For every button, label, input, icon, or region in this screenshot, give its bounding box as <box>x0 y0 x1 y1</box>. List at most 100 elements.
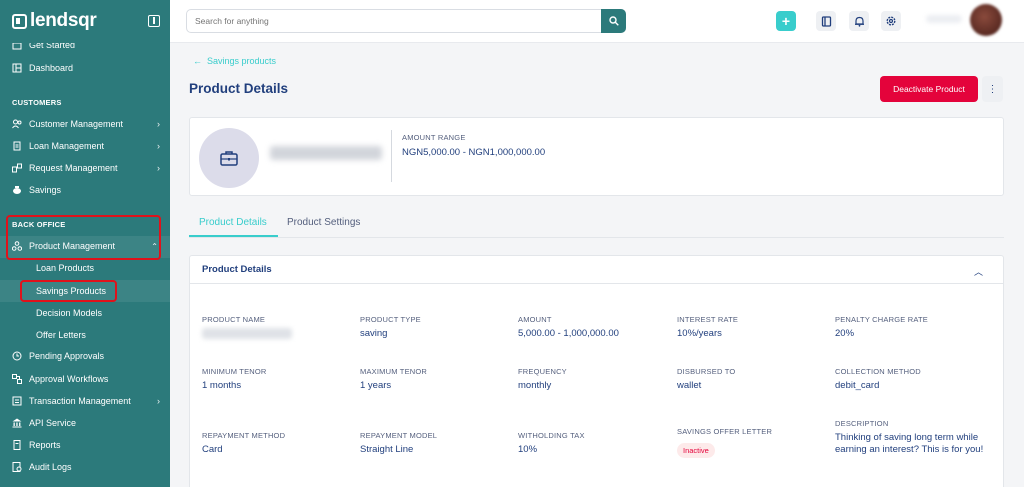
sidebar-item-label: Loan Management <box>29 141 105 151</box>
sidebar-item-label: API Service <box>29 418 77 428</box>
search-button[interactable] <box>601 9 626 33</box>
sidebar-subitem-decision-models[interactable]: Decision Models <box>36 308 102 318</box>
notifications-button[interactable] <box>849 11 869 31</box>
chevron-right-icon: › <box>157 396 160 406</box>
sidebar-item-label: Transaction Management <box>29 396 131 406</box>
field-label: AMOUNT <box>518 315 552 324</box>
section-divider <box>190 283 1004 284</box>
sidebar-item-approval-workflows[interactable]: Approval Workflows <box>12 374 162 384</box>
field-label: INTEREST RATE <box>677 315 739 324</box>
chevron-right-icon: › <box>157 141 160 151</box>
sidebar-item-label: Dashboard <box>29 63 74 73</box>
amount-range: AMOUNT RANGE NGN5,000.00 - NGN1,000,000.… <box>402 133 545 158</box>
workflow-icon <box>12 374 22 384</box>
field-witholding-tax: WITHOLDING TAX 10% <box>518 431 585 456</box>
field-collection-method: COLLECTION METHOD debit_card <box>835 367 921 392</box>
field-label: REPAYMENT METHOD <box>202 431 286 440</box>
tab-product-settings[interactable]: Product Settings <box>287 217 360 228</box>
sidebar-item-label: Reports <box>29 440 61 450</box>
annotation-highlight-savings-products <box>20 280 117 302</box>
sidebar-item-loan-management[interactable]: Loan Management › <box>12 141 162 151</box>
field-label: WITHOLDING TAX <box>518 431 585 440</box>
field-label: MINIMUM TENOR <box>202 367 267 376</box>
sidebar: lendsqr Get Started Dashboard CUSTOMERS … <box>0 0 170 487</box>
collapse-sidebar-icon[interactable] <box>148 15 160 27</box>
amount-range-value: NGN5,000.00 - NGN1,000,000.00 <box>402 147 546 158</box>
field-frequency: FREQUENCY monthly <box>518 367 567 392</box>
field-value: wallet <box>677 380 702 391</box>
field-description: DESCRIPTION Thinking of saving long term… <box>835 419 985 456</box>
search-icon <box>608 16 619 26</box>
brand-name: lendsqr <box>30 10 97 31</box>
brand-logo[interactable]: lendsqr <box>12 10 97 32</box>
field-label: DISBURSED TO <box>677 367 736 376</box>
sidebar-subitem-offer-letters[interactable]: Offer Letters <box>36 330 86 340</box>
field-value: 20% <box>835 328 855 339</box>
field-interest-rate: INTEREST RATE 10%/years <box>677 315 738 340</box>
more-vertical-icon: ⋮ <box>987 83 998 95</box>
field-disbursed-to: DISBURSED TO wallet <box>677 367 735 392</box>
plus-icon: + <box>781 13 791 29</box>
sidebar-item-api-service[interactable]: API Service <box>12 418 162 428</box>
user-name <box>926 15 962 23</box>
section-label-customers: CUSTOMERS <box>12 98 62 107</box>
gear-icon <box>886 16 896 26</box>
back-link[interactable]: ← Savings products <box>193 56 276 66</box>
lendsqr-logo-icon <box>12 13 27 29</box>
tab-product-details[interactable]: Product Details <box>199 217 267 228</box>
sidebar-item-label: Audit Logs <box>29 462 72 472</box>
deactivate-product-button[interactable]: Deactivate Product <box>880 76 978 102</box>
field-value: 1 months <box>202 380 242 391</box>
audit-log-icon <box>12 462 22 472</box>
sidebar-item-dashboard[interactable]: Dashboard <box>12 63 162 73</box>
clock-icon <box>12 351 22 361</box>
field-value: 10%/years <box>677 328 722 339</box>
amount-range-label: AMOUNT RANGE <box>402 133 466 142</box>
field-label: PRODUCT TYPE <box>360 315 421 324</box>
sidebar-item-request-management[interactable]: Request Management › <box>12 163 162 173</box>
field-product-type: PRODUCT TYPE saving <box>360 315 421 340</box>
sidebar-item-audit-logs[interactable]: Audit Logs <box>12 462 162 472</box>
bell-icon <box>854 16 864 27</box>
status-badge: Inactive <box>677 443 715 458</box>
document-icon <box>12 141 22 151</box>
more-options-button[interactable]: ⋮ <box>982 76 1003 102</box>
settings-button[interactable] <box>881 11 901 31</box>
field-maximum-tenor: MAXIMUM TENOR 1 years <box>360 367 427 392</box>
sidebar-item-transaction-management[interactable]: Transaction Management › <box>12 396 162 406</box>
sidebar-item-label: Request Management <box>29 163 118 173</box>
field-label: PENALTY CHARGE RATE <box>835 315 928 324</box>
field-value: debit_card <box>835 380 880 391</box>
transactions-icon <box>12 396 22 406</box>
bank-icon <box>12 418 22 428</box>
product-name-value-redacted <box>202 328 292 339</box>
briefcase-icon <box>220 151 238 166</box>
field-label: FREQUENCY <box>518 367 567 376</box>
product-avatar <box>199 128 259 188</box>
field-label: MAXIMUM TENOR <box>360 367 428 376</box>
report-icon <box>12 440 22 450</box>
avatar[interactable] <box>970 4 1002 36</box>
annotation-highlight-back-office <box>6 215 161 260</box>
field-label: SAVINGS OFFER LETTER <box>677 427 773 436</box>
field-value: 5,000.00 - 1,000,000.00 <box>518 328 619 339</box>
docs-button[interactable] <box>816 11 836 31</box>
field-label: COLLECTION METHOD <box>835 367 921 376</box>
sidebar-item-reports[interactable]: Reports <box>12 440 162 450</box>
chevron-right-icon: › <box>157 119 160 129</box>
search-input[interactable] <box>187 10 587 32</box>
sidebar-item-customer-management[interactable]: Customer Management › <box>12 119 162 129</box>
field-value: 1 years <box>360 380 392 391</box>
sidebar-item-savings[interactable]: Savings <box>12 185 162 195</box>
field-label: DESCRIPTION <box>835 419 889 428</box>
field-amount: AMOUNT 5,000.00 - 1,000,000.00 <box>518 315 619 340</box>
field-label: PRODUCT NAME <box>202 315 266 324</box>
divider <box>391 130 392 182</box>
tabs-divider <box>189 237 1004 238</box>
add-button[interactable]: + <box>776 11 796 31</box>
collapse-section-button[interactable]: ︿ <box>974 265 983 278</box>
sidebar-item-pending-approvals[interactable]: Pending Approvals <box>12 351 162 361</box>
sidebar-subitem-loan-products[interactable]: Loan Products <box>36 263 94 273</box>
field-product-name: PRODUCT NAME <box>202 315 292 339</box>
field-savings-offer-letter: SAVINGS OFFER LETTER Inactive <box>677 427 772 458</box>
